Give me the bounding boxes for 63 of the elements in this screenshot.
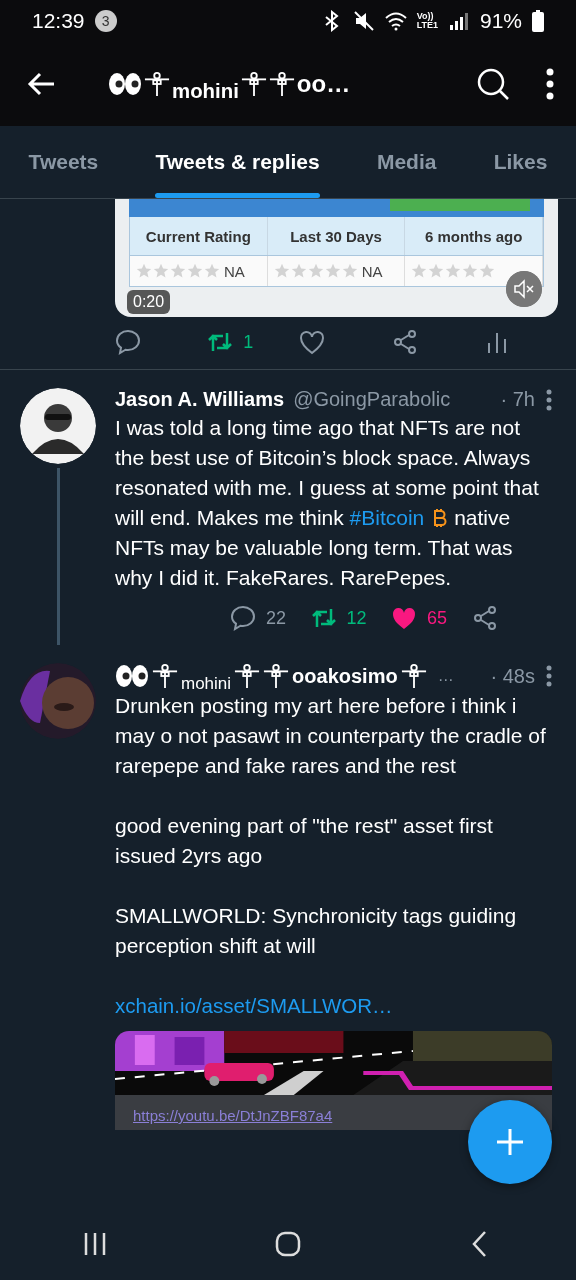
- wifi-icon: [384, 10, 407, 32]
- share-icon: [391, 329, 418, 355]
- hashtag-link[interactable]: #Bitcoin: [349, 506, 425, 529]
- preview-link[interactable]: https://youtu.be/DtJnZBF87a4: [115, 1095, 351, 1130]
- tweet-text: good evening part of "the rest" asset first issued 2yrs ago: [115, 813, 494, 869]
- home-icon: [273, 1229, 303, 1259]
- profile-title: mohini: [172, 80, 239, 103]
- retweet-button[interactable]: 12: [310, 605, 391, 631]
- plus-icon: [495, 1127, 525, 1157]
- mute-icon: [352, 10, 375, 32]
- tab[interactable]: Media: [376, 126, 437, 198]
- more-icon[interactable]: [546, 68, 554, 100]
- video-duration: 0:20: [127, 290, 171, 314]
- tweet-link[interactable]: xchain.io/asset/SMALLWOR…: [115, 991, 393, 1021]
- timestamp: · 48s: [490, 664, 535, 688]
- tab[interactable]: Tweets: [28, 126, 99, 198]
- cross-icon: [144, 71, 170, 97]
- cross-icon: [152, 663, 178, 689]
- tweet-text: I was told a long time ago that NFTs are not the best use of Bitcoin’s block space. Always resonated with me. I guess at some point that will end. Makes me think #Bitcoin native NFTs may be valuable long term. That was why I did it. FakeRares. RarePepes.: [115, 415, 540, 591]
- profile-title: oo…: [296, 70, 351, 98]
- speech-bubble-icon: [115, 329, 141, 355]
- notification-count: 3: [94, 10, 117, 32]
- network-label: LTE1: [416, 21, 438, 30]
- display-name: Jason A. Williams: [115, 388, 285, 411]
- cross-icon: [268, 71, 295, 97]
- tab[interactable]: Likes: [493, 126, 548, 198]
- link-preview[interactable]: https://youtu.be/DtJnZBF87a4: [115, 1031, 552, 1130]
- mute-icon[interactable]: [506, 271, 542, 307]
- column-header: Current Rating: [130, 217, 268, 255]
- column-header: Last 30 Days: [267, 217, 406, 255]
- tweet-text: SMALLWORLD: Synchronicity tags guiding perception shift at will: [115, 903, 518, 959]
- retweet-button[interactable]: 1: [207, 329, 300, 355]
- eyes-icon: [108, 72, 142, 96]
- heart-icon: [391, 605, 417, 631]
- battery-icon: [532, 10, 544, 32]
- signal-icon: [447, 10, 470, 32]
- home-button[interactable]: [273, 1229, 303, 1259]
- reply-button[interactable]: 22: [230, 605, 311, 631]
- cross-icon: [400, 663, 427, 689]
- ellipsis-text: …: [437, 667, 454, 685]
- rating-value: NA: [361, 262, 383, 280]
- like-button[interactable]: 65: [391, 605, 472, 631]
- display-name: mohini: [181, 674, 232, 694]
- rating-value: NA: [224, 262, 245, 280]
- share-icon: [471, 605, 498, 631]
- eyes-icon: [115, 664, 149, 688]
- heart-icon: [299, 329, 326, 355]
- user-handle: @GoingParabolic: [293, 388, 451, 411]
- timestamp: · 7h: [500, 388, 535, 411]
- cross-icon: [234, 663, 261, 689]
- more-icon[interactable]: [546, 665, 552, 687]
- network-label: Vo)): [416, 12, 434, 21]
- cross-icon: [263, 663, 290, 689]
- clock: 12:39: [32, 9, 85, 33]
- speech-bubble-icon: [230, 605, 256, 631]
- tab[interactable]: Tweets & replies: [155, 126, 320, 198]
- search-icon[interactable]: [476, 67, 510, 101]
- display-name: ooakosimo: [292, 664, 398, 688]
- battery-percent: 91%: [479, 9, 522, 33]
- tweet-text: Drunken posting my art here before i think i may o not pasawt in counterparty the cradle of rarepepe and fake rares and the rest: [115, 693, 547, 779]
- column-header: 6 months ago: [405, 217, 543, 255]
- cross-icon: [240, 71, 267, 97]
- more-icon[interactable]: [546, 388, 552, 411]
